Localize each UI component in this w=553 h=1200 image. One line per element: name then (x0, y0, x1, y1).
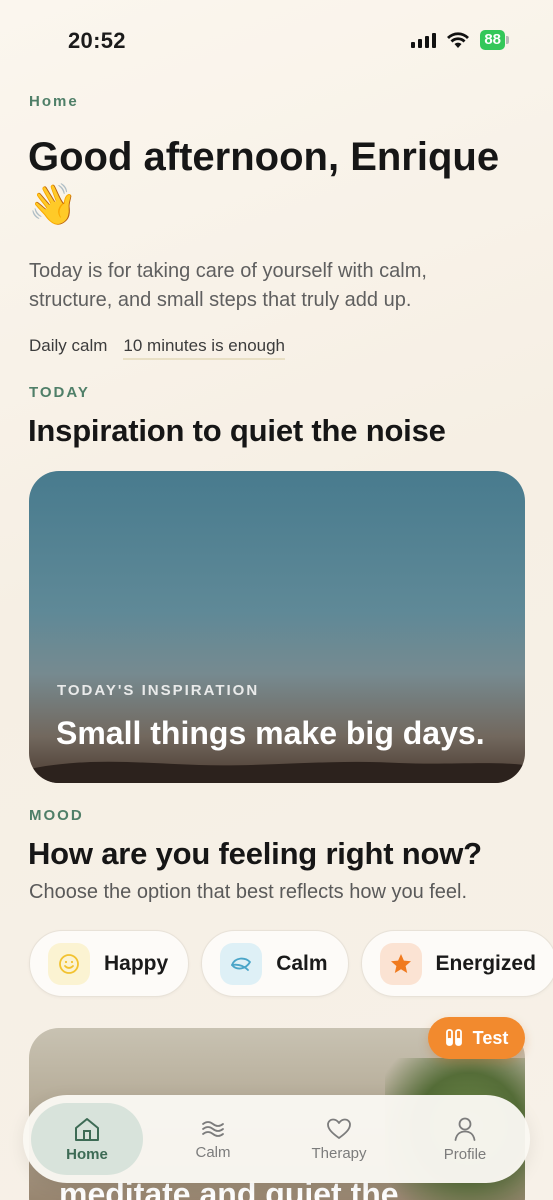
battery-level: 88 (480, 30, 505, 50)
tab-therapy[interactable]: Therapy (283, 1103, 395, 1175)
star-icon (379, 942, 422, 985)
inspiration-label: TODAY'S INSPIRATION (57, 682, 260, 699)
signal-icon (411, 32, 437, 48)
daily-calm-row: Daily calm 10 minutes is enough (29, 336, 286, 360)
today-title: Inspiration to quiet the noise (28, 413, 446, 448)
daily-calm-value: 10 minutes is enough (123, 336, 286, 360)
breadcrumb: Home (29, 93, 79, 110)
tab-home[interactable]: Home (31, 1103, 143, 1175)
status-bar: 20:52 88 (0, 0, 553, 80)
heart-icon (327, 1118, 351, 1139)
mood-title: How are you feeling right now? (28, 836, 482, 871)
leaf-icon (220, 942, 263, 985)
inspiration-card[interactable]: TODAY'S INSPIRATION Small things make bi… (29, 471, 525, 783)
test-button[interactable]: Test (428, 1017, 525, 1059)
intro-text: Today is for taking care of yourself wit… (29, 260, 427, 311)
hills-silhouette (29, 761, 525, 783)
test-button-label: Test (472, 1027, 509, 1048)
wifi-icon (447, 32, 470, 48)
tab-calm[interactable]: Calm (157, 1103, 269, 1175)
tab-label: Calm (195, 1143, 231, 1161)
person-icon (454, 1117, 476, 1141)
page-title: Good afternoon, Enrique 👋 (28, 135, 500, 227)
battery-icon: 88 (480, 30, 509, 50)
tab-bar: Home Calm Therapy Profile (23, 1095, 530, 1183)
today-eyebrow: TODAY (29, 384, 90, 401)
mood-option-calm[interactable]: Calm (201, 930, 349, 997)
daily-calm-label: Daily calm (29, 336, 108, 355)
home-icon (75, 1117, 99, 1141)
status-time: 20:52 (68, 28, 126, 53)
smile-icon (48, 942, 90, 985)
tab-label: Home (66, 1145, 108, 1163)
mood-options: Happy Calm Energized (29, 930, 553, 997)
mood-subtitle: Choose the option that best reflects how… (29, 881, 468, 903)
mood-label: Happy (104, 951, 169, 975)
waves-icon (202, 1120, 224, 1137)
mood-option-energized[interactable]: Energized (360, 930, 553, 997)
mood-label: Energized (435, 951, 536, 975)
tab-label: Therapy (311, 1144, 367, 1162)
mood-option-happy[interactable]: Happy (29, 930, 190, 997)
status-icons: 88 (411, 30, 509, 50)
mood-eyebrow: MOOD (29, 807, 84, 824)
mood-label: Calm (276, 951, 328, 975)
test-tube-icon (445, 1029, 462, 1046)
tab-label: Profile (443, 1145, 487, 1163)
tab-profile[interactable]: Profile (409, 1103, 521, 1175)
inspiration-quote: Small things make big days. (56, 715, 485, 751)
